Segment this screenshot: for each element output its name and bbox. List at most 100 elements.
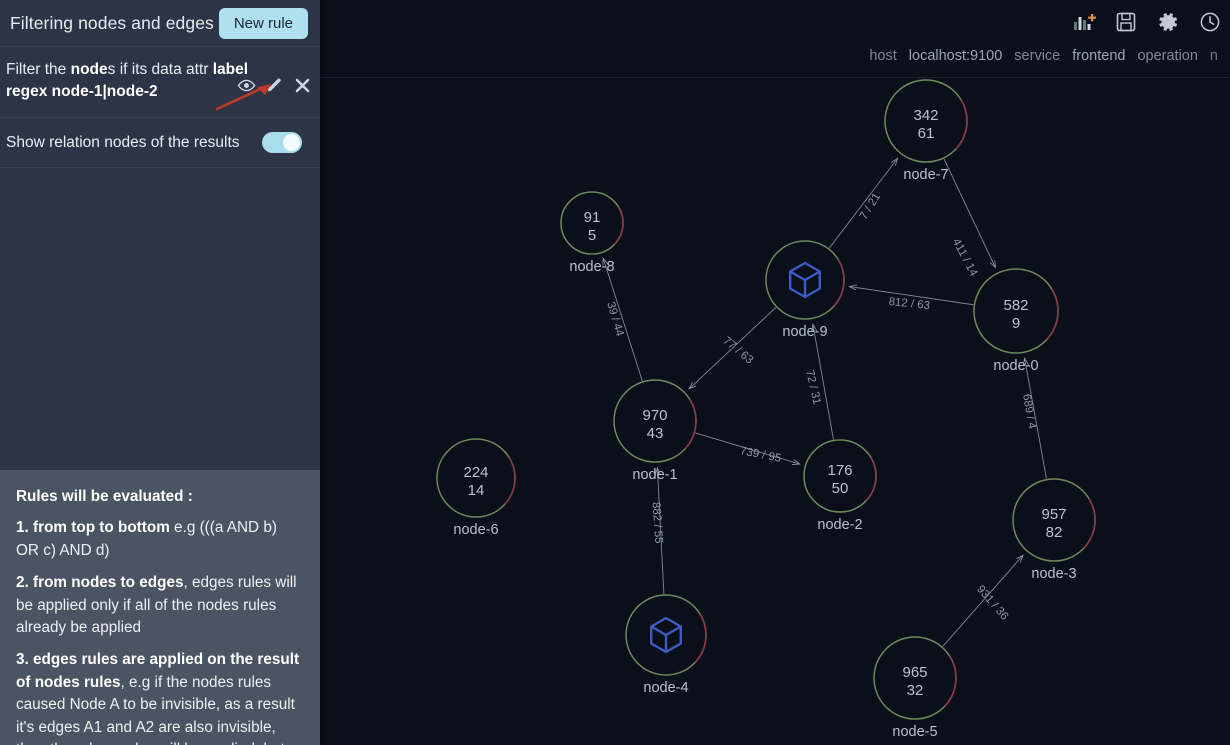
notes-item-1-bold: from top to bottom <box>33 519 170 537</box>
node-value-primary: 91 <box>584 209 601 226</box>
relation-toggle-label: Show relation nodes of the results <box>6 133 240 151</box>
rules-help-note: Rules will be evaluated : 1. from top to… <box>0 470 320 745</box>
graph-node[interactable]: 22414 node-6 <box>436 438 516 538</box>
node-value-primary: 176 <box>827 462 852 479</box>
node-label: node-6 <box>453 522 498 538</box>
node-value-secondary: 32 <box>907 682 924 699</box>
breadcrumb-key-operation: operation <box>1137 48 1198 64</box>
graph-node[interactable]: node-4 <box>625 594 707 696</box>
rule-actions <box>237 76 312 95</box>
notes-item-2-bold: from nodes to edges <box>33 574 184 592</box>
graph-edges: 7 / 21411 / 14812 / 6377 / 6339 / 4472 /… <box>603 158 1047 647</box>
node-value-secondary: 61 <box>918 125 935 142</box>
notes-item-2: 2. from nodes to edges, edges rules will… <box>16 572 300 639</box>
node-label: node-3 <box>1031 566 1076 582</box>
clock-icon[interactable] <box>1198 10 1222 34</box>
node-ring-alert-arc <box>1083 498 1096 549</box>
breadcrumb-key-service: service <box>1014 48 1061 64</box>
close-icon[interactable] <box>293 76 312 95</box>
graph-edge-label: 812 / 63 <box>888 296 931 312</box>
graph-edge-label: 882 / 55 <box>650 502 665 544</box>
relation-toggle-switch[interactable] <box>262 132 302 153</box>
node-ring-alert-arc <box>832 259 845 308</box>
breadcrumb-key-host: host <box>869 48 897 64</box>
node-value-secondary: 5 <box>588 227 596 244</box>
node-value-primary: 965 <box>902 664 927 681</box>
graph-node[interactable]: 34261 node-7 <box>884 79 968 183</box>
graph-node[interactable]: 96532 node-5 <box>873 636 957 740</box>
graph-nodes[interactable]: 34261node-7915node-8node-95829node-09704… <box>436 79 1096 740</box>
eye-icon[interactable] <box>237 76 256 95</box>
node-ring-alert-arc <box>944 656 957 707</box>
cube-icon-edges <box>789 270 821 297</box>
node-value-primary: 970 <box>642 407 667 424</box>
node-value-secondary: 9 <box>1012 315 1020 332</box>
node-label: node-0 <box>993 358 1038 374</box>
breadcrumb: host localhost:9100 service frontend ope… <box>869 48 1218 64</box>
node-ring-alert-arc <box>503 457 516 506</box>
filtering-sidebar: Filtering nodes and edges New rule Filte… <box>0 0 320 745</box>
node-ring-alert-arc <box>614 206 624 245</box>
notes-title: Rules will be evaluated : <box>16 486 300 508</box>
notes-item-3: 3. edges rules are applied on the result… <box>16 649 300 745</box>
toggle-knob <box>283 134 300 151</box>
graph-node[interactable]: 95782 node-3 <box>1012 478 1096 582</box>
notes-item-2-num: 2. <box>16 574 34 592</box>
node-value-primary: 957 <box>1041 506 1066 523</box>
rule-prefix: Filter the <box>6 61 71 78</box>
node-label: node-5 <box>892 724 937 740</box>
node-label: node-8 <box>569 259 614 275</box>
graph-node[interactable]: 915 node-8 <box>560 191 624 275</box>
app-root: 7 / 21 411 / 14 812 / 63 77 / 63 39 / 44 72 /… <box>0 0 1230 745</box>
node-ring-alert-arc <box>865 456 877 502</box>
node-value-secondary: 14 <box>468 482 485 499</box>
new-rule-button[interactable]: New rule <box>218 7 308 39</box>
node-value-secondary: 43 <box>647 425 664 442</box>
notes-item-1-num: 1. <box>16 519 34 537</box>
breadcrumb-tail: n <box>1209 48 1218 64</box>
node-label: node-9 <box>782 324 827 340</box>
node-value-primary: 342 <box>913 107 938 124</box>
rule-target: node <box>70 61 108 78</box>
rule-description: Filter the nodes if its data attr label … <box>6 59 256 103</box>
graph-edge-label: 931 / 36 <box>974 583 1010 622</box>
graph-edge-label: 739 / 95 <box>739 445 782 465</box>
notes-item-1: 1. from top to bottom e.g (((a AND b) OR… <box>16 517 300 562</box>
rule-mid: s if its data attr <box>107 61 213 78</box>
sidebar-header: Filtering nodes and edges New rule <box>0 0 320 47</box>
pencil-icon[interactable] <box>265 76 284 95</box>
toolbar-icon-group <box>1072 10 1222 34</box>
gear-icon[interactable] <box>1156 10 1180 34</box>
notes-title-text: Rules will be evaluated : <box>16 488 193 505</box>
node-label: node-2 <box>817 517 862 533</box>
node-value-primary: 582 <box>1003 297 1028 314</box>
graph-edge-label: 411 / 14 <box>950 237 980 279</box>
graph-edge[interactable] <box>828 158 897 249</box>
graph-edge-label: 689 / 4 <box>1020 393 1038 430</box>
graph-edge-label: 72 / 31 <box>803 369 823 406</box>
node-ring-alert-arc <box>955 99 968 150</box>
graph-edge[interactable] <box>943 158 995 268</box>
node-ring-alert-arc <box>1046 288 1059 341</box>
graph-node[interactable]: 97043 node-1 <box>613 379 697 483</box>
cube-icon-edges <box>650 625 682 652</box>
graph-node[interactable]: 5829 node-0 <box>973 268 1059 374</box>
page-title: Filtering nodes and edges <box>10 12 214 33</box>
graph-node[interactable]: node-9 <box>765 240 845 340</box>
node-value-primary: 224 <box>463 464 488 481</box>
add-chart-icon[interactable] <box>1072 10 1096 34</box>
node-label: node-7 <box>903 167 948 183</box>
notes-item-3-num: 3. <box>16 651 34 669</box>
node-label: node-4 <box>643 680 688 696</box>
graph-edge-label: 77 / 63 <box>721 335 756 367</box>
relation-toggle-row[interactable]: Show relation nodes of the results <box>0 118 320 168</box>
breadcrumb-value-service[interactable]: frontend <box>1072 48 1125 64</box>
graph-node[interactable]: 17650 node-2 <box>803 439 877 533</box>
node-ring-alert-arc <box>694 613 707 663</box>
node-label: node-1 <box>632 467 677 483</box>
top-toolbar: host localhost:9100 service frontend ope… <box>320 0 1230 78</box>
node-value-secondary: 50 <box>832 480 849 497</box>
node-ring-alert-arc <box>684 399 697 450</box>
save-icon[interactable] <box>1114 10 1138 34</box>
breadcrumb-value-host[interactable]: localhost:9100 <box>909 48 1003 64</box>
